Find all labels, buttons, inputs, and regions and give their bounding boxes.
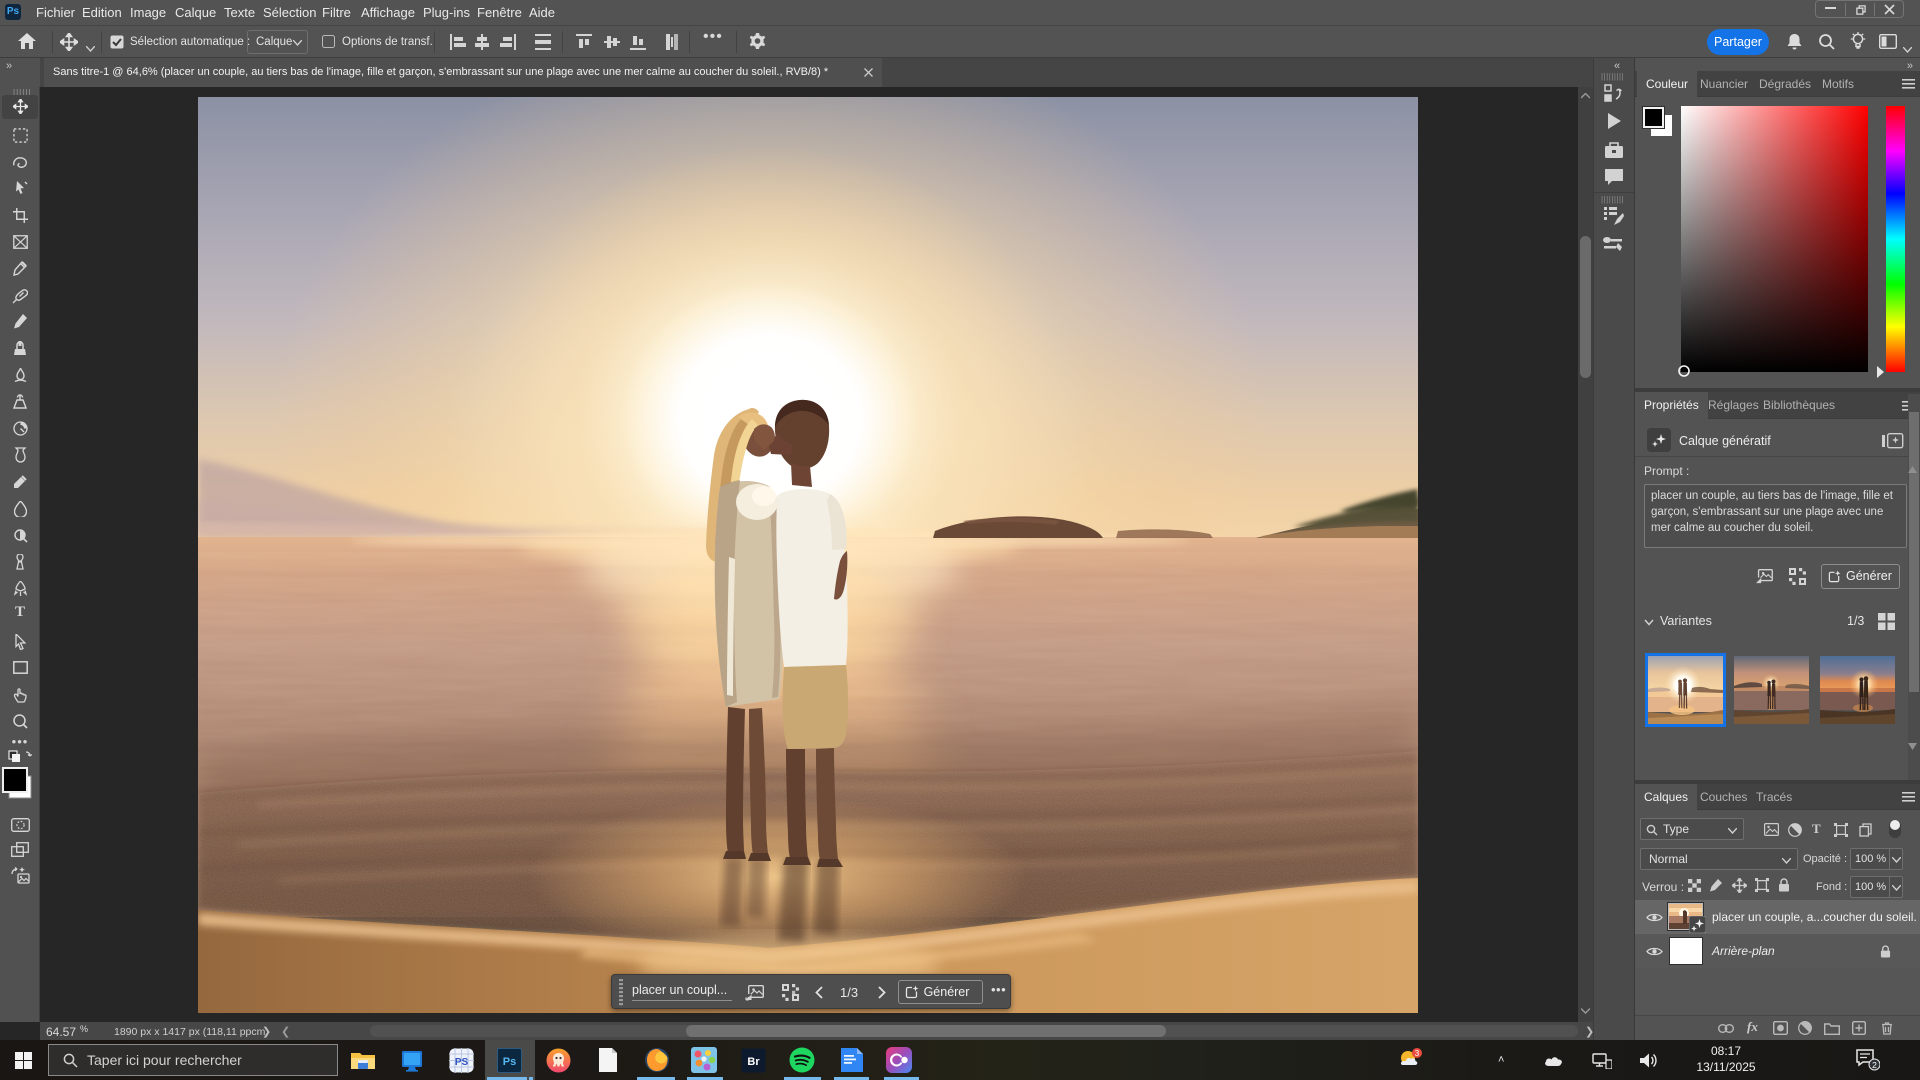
svg-text:2: 2 [1872,1060,1877,1070]
svg-text:Br: Br [747,1056,760,1068]
svg-text:3: 3 [1415,1049,1420,1058]
svg-text:PS: PS [455,1057,469,1068]
svg-text:Ps: Ps [503,1056,516,1068]
